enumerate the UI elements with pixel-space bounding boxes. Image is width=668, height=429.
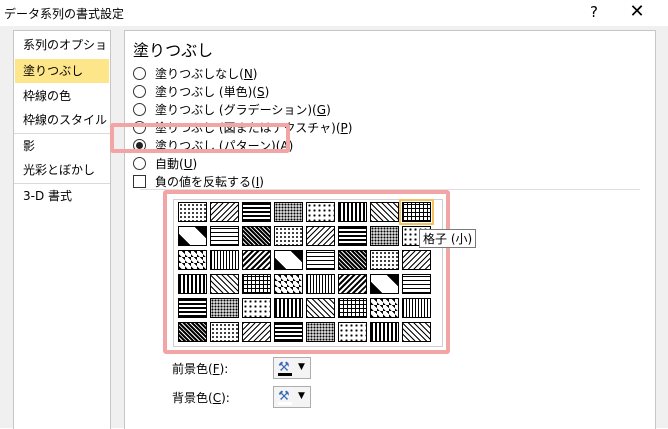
chevron-down-icon: ▼ bbox=[298, 362, 305, 372]
pattern-swatch[interactable] bbox=[210, 250, 239, 270]
window-title: データ系列の書式設定 bbox=[4, 7, 125, 21]
pattern-swatch[interactable] bbox=[306, 322, 335, 342]
pattern-swatch[interactable] bbox=[338, 274, 367, 294]
category-list: 系列のオプション 塗りつぶし 枠線の色 枠線のスタイル 影 光彩とぼかし 3-D… bbox=[13, 30, 111, 429]
pattern-swatch[interactable] bbox=[274, 274, 303, 294]
pattern-tooltip: 格子 (小) bbox=[419, 229, 476, 248]
sidebar-item-fill[interactable]: 塗りつぶし bbox=[15, 59, 109, 83]
highlight-box bbox=[110, 123, 290, 153]
background-color-button[interactable]: ⚒ ▼ bbox=[273, 386, 311, 408]
chevron-down-icon: ▼ bbox=[298, 391, 305, 401]
section-heading: 塗りつぶし bbox=[133, 41, 214, 60]
radio-icon[interactable] bbox=[133, 157, 146, 170]
radio-icon[interactable] bbox=[133, 67, 146, 80]
pattern-swatch[interactable] bbox=[178, 202, 207, 222]
pattern-swatch[interactable] bbox=[338, 202, 367, 222]
checkbox-icon[interactable] bbox=[133, 175, 146, 188]
pattern-swatch[interactable] bbox=[338, 298, 367, 318]
title-bar: データ系列の書式設定 ? ✕ bbox=[0, 0, 668, 26]
background-color-label: 背景色(C): bbox=[172, 391, 230, 405]
pattern-swatch[interactable] bbox=[370, 322, 399, 342]
sidebar-item-border-color[interactable]: 枠線の色 bbox=[15, 84, 109, 108]
pattern-swatch[interactable] bbox=[274, 226, 303, 246]
sidebar-item-border-style[interactable]: 枠線のスタイル bbox=[15, 108, 109, 132]
radio-icon[interactable] bbox=[133, 103, 146, 116]
radio-automatic[interactable]: 自動(U) bbox=[133, 155, 197, 173]
pattern-swatch[interactable] bbox=[306, 202, 335, 222]
pattern-swatch[interactable] bbox=[306, 298, 335, 318]
pattern-swatch[interactable] bbox=[338, 226, 367, 246]
radio-gradient-fill[interactable]: 塗りつぶし (グラデーション)(G) bbox=[133, 101, 331, 119]
pattern-swatch[interactable] bbox=[402, 298, 431, 318]
pattern-swatch[interactable] bbox=[242, 274, 271, 294]
pattern-swatch[interactable] bbox=[178, 298, 207, 318]
pattern-swatch[interactable] bbox=[178, 322, 207, 342]
pattern-swatch[interactable] bbox=[370, 250, 399, 270]
sidebar-item-glow[interactable]: 光彩とぼかし bbox=[15, 158, 109, 182]
color-swatch bbox=[278, 402, 292, 405]
pattern-swatch[interactable] bbox=[178, 226, 207, 246]
pattern-swatch[interactable] bbox=[338, 250, 367, 270]
pattern-swatch[interactable] bbox=[306, 250, 335, 270]
pattern-swatch[interactable] bbox=[210, 322, 239, 342]
pattern-swatch[interactable] bbox=[306, 226, 335, 246]
pattern-swatch[interactable] bbox=[274, 298, 303, 318]
radio-solid-fill[interactable]: 塗りつぶし (単色)(S) bbox=[133, 83, 269, 101]
pattern-swatch[interactable] bbox=[338, 322, 367, 342]
pattern-swatch[interactable] bbox=[306, 274, 335, 294]
radio-no-fill[interactable]: 塗りつぶしなし(N) bbox=[133, 65, 257, 83]
pattern-swatch[interactable] bbox=[370, 226, 399, 246]
pattern-swatch[interactable] bbox=[370, 298, 399, 318]
sidebar-item-series-options[interactable]: 系列のオプション bbox=[15, 33, 109, 76]
pattern-swatch[interactable] bbox=[274, 322, 303, 342]
pattern-swatch[interactable] bbox=[370, 274, 399, 294]
pattern-swatch[interactable] bbox=[242, 298, 271, 318]
help-icon[interactable]: ? bbox=[590, 3, 598, 21]
pattern-swatch[interactable] bbox=[274, 202, 303, 222]
pattern-swatch[interactable] bbox=[210, 298, 239, 318]
pattern-swatch[interactable] bbox=[402, 322, 431, 342]
pattern-swatch[interactable] bbox=[210, 274, 239, 294]
pattern-swatch[interactable] bbox=[178, 274, 207, 294]
pattern-swatch[interactable] bbox=[370, 202, 399, 222]
sidebar-item-shadow[interactable]: 影 bbox=[15, 134, 109, 158]
pattern-swatch[interactable] bbox=[178, 250, 207, 270]
pattern-swatch[interactable] bbox=[402, 274, 431, 294]
pattern-swatch[interactable] bbox=[242, 226, 271, 246]
pattern-swatch[interactable] bbox=[210, 202, 239, 222]
pattern-swatch[interactable] bbox=[242, 202, 271, 222]
pattern-swatch[interactable] bbox=[274, 250, 303, 270]
close-icon[interactable]: ✕ bbox=[622, 0, 652, 24]
pattern-swatch[interactable] bbox=[242, 322, 271, 342]
pattern-swatch[interactable] bbox=[242, 250, 271, 270]
pattern-grid bbox=[173, 199, 443, 347]
foreground-color-button[interactable]: ⚒ ▼ bbox=[273, 357, 311, 379]
color-swatch bbox=[278, 373, 292, 376]
sidebar-item-3d-format[interactable]: 3-D 書式 bbox=[15, 184, 109, 208]
radio-icon[interactable] bbox=[133, 85, 146, 98]
pattern-swatch[interactable] bbox=[402, 250, 431, 270]
pattern-swatch[interactable] bbox=[399, 199, 434, 225]
pattern-swatch[interactable] bbox=[210, 226, 239, 246]
foreground-color-label: 前景色(F): bbox=[172, 362, 229, 376]
